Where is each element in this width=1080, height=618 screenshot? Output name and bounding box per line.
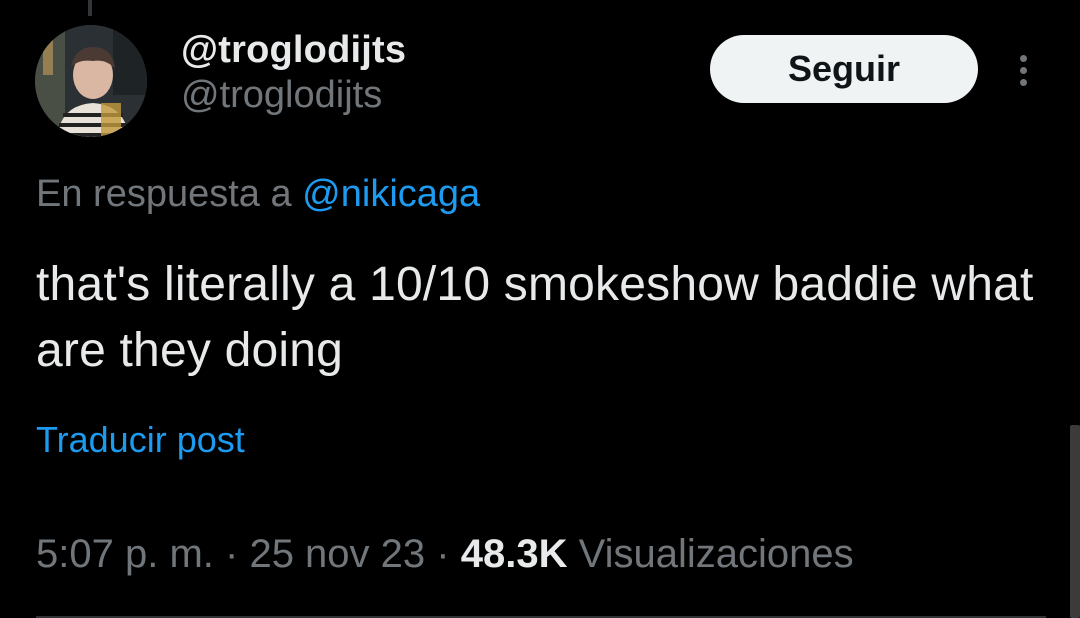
reply-prefix: En respuesta a (36, 173, 303, 215)
tweet-time[interactable]: 5:07 p. m. (36, 532, 214, 576)
views-count[interactable]: 48.3K (461, 532, 568, 576)
views-label[interactable]: Visualizaciones (579, 532, 854, 576)
author-display-name[interactable]: @troglodijts (181, 28, 406, 72)
avatar-photo (35, 25, 147, 137)
author-handle[interactable]: @troglodijts (181, 73, 406, 117)
tweet-meta: 5:07 p. m. · 25 nov 23 · 48.3K Visualiza… (36, 530, 854, 578)
meta-separator: · (436, 532, 450, 576)
avatar[interactable] (35, 25, 147, 137)
scrollbar[interactable] (1070, 425, 1080, 618)
reply-context: En respuesta a @nikicaga (36, 172, 480, 216)
meta-separator: · (225, 532, 239, 576)
tweet-text: that's literally a 10/10 smokeshow baddi… (36, 258, 1034, 377)
thread-connector-line (88, 0, 92, 16)
dot (1019, 66, 1027, 74)
dot (1019, 54, 1027, 62)
tweet-date[interactable]: 25 nov 23 (249, 532, 425, 576)
dot (1019, 78, 1027, 86)
author-names: @troglodijts @troglodijts (181, 28, 406, 117)
reply-mention-link[interactable]: @nikicaga (302, 173, 480, 215)
follow-button[interactable]: Seguir (710, 35, 978, 103)
translate-post-link[interactable]: Traducir post (36, 418, 245, 462)
more-options-icon[interactable] (1006, 48, 1040, 92)
